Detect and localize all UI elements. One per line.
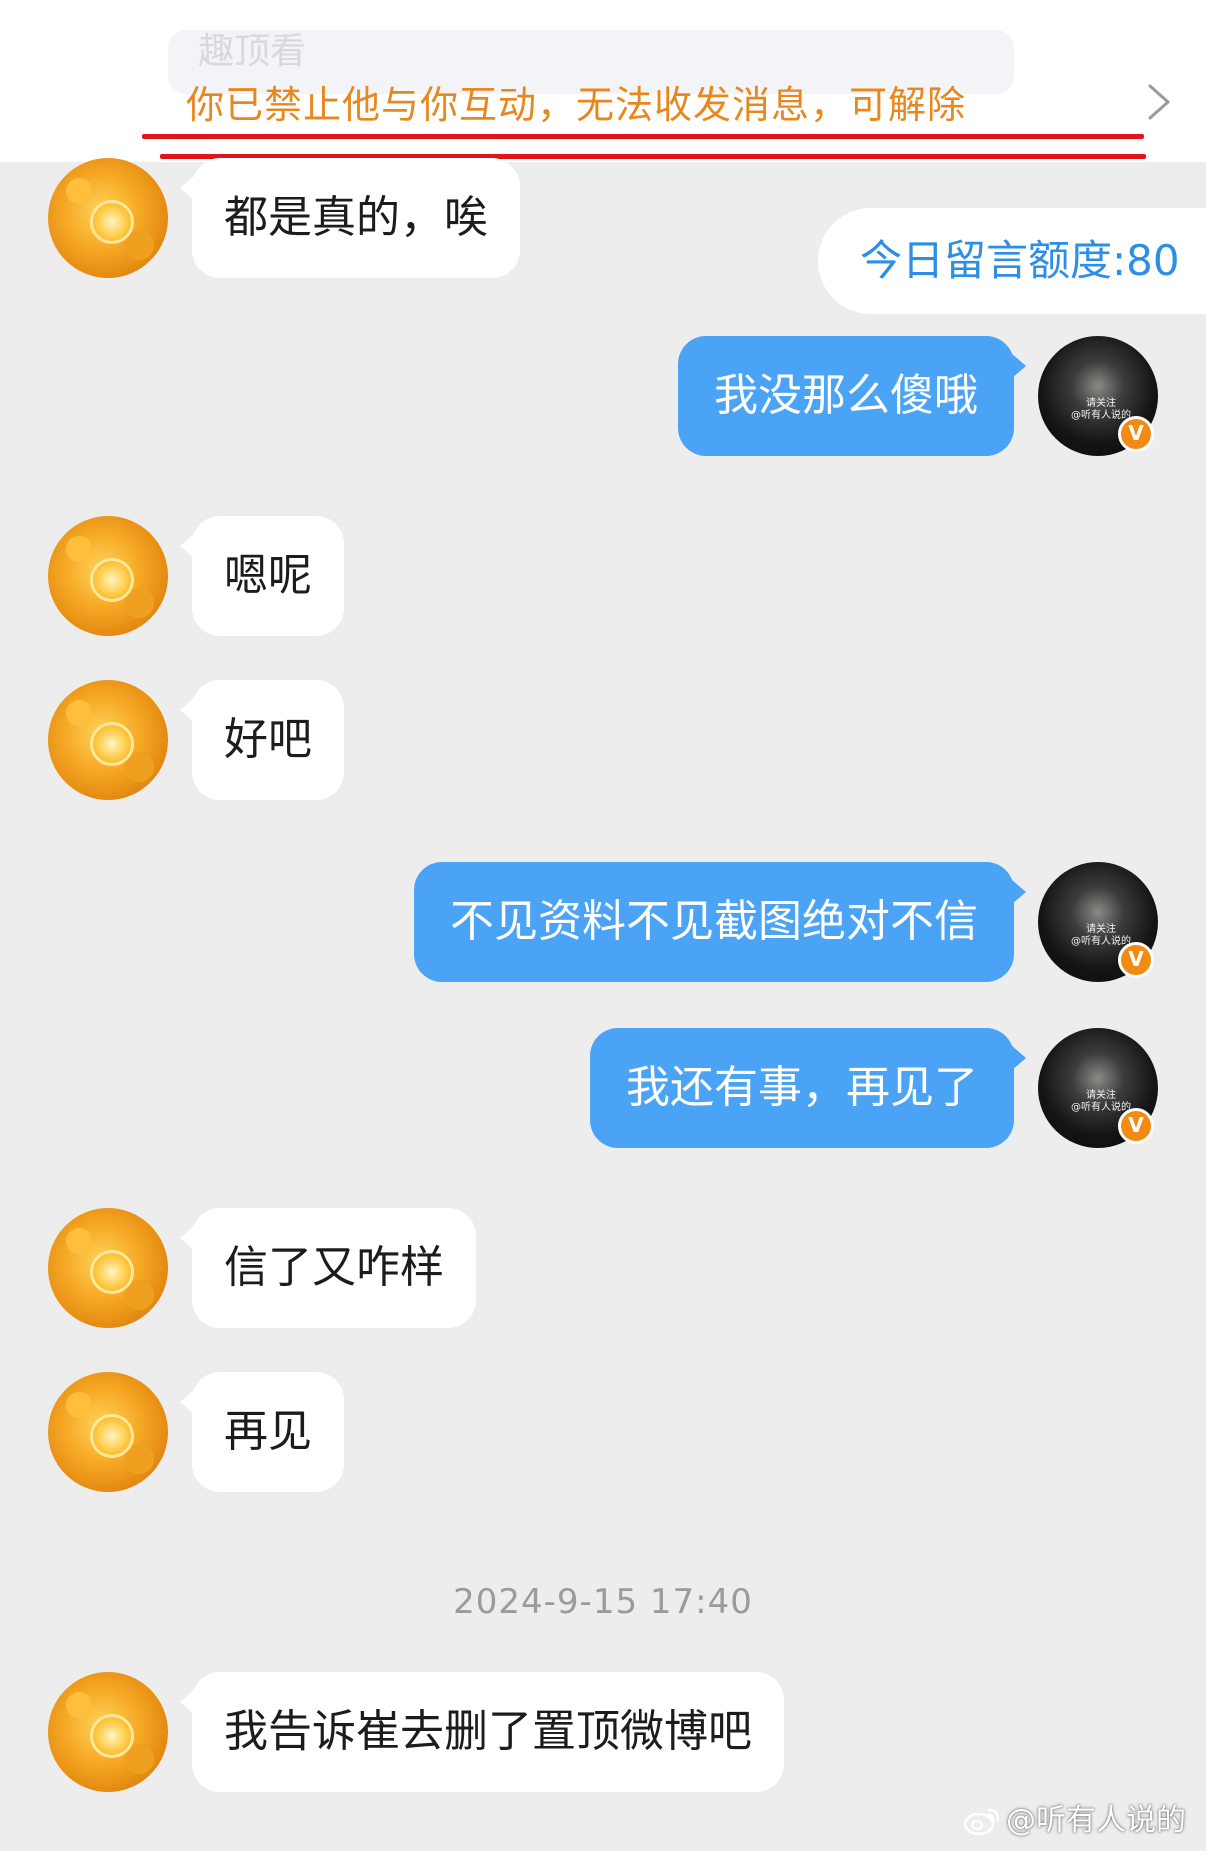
contact-avatar[interactable] [48, 516, 168, 636]
incoming-message-bubble[interactable]: 嗯呢 [180, 516, 344, 636]
incoming-message-bubble[interactable]: 我告诉崔去删了置顶微博吧 [180, 1672, 784, 1792]
incoming-message-bubble[interactable]: 再见 [180, 1372, 344, 1492]
watermark-text: @听有人说的 [1006, 1803, 1186, 1838]
incoming-message-bubble[interactable]: 信了又咋样 [180, 1208, 476, 1328]
contact-avatar[interactable] [48, 680, 168, 800]
block-notice-text[interactable]: 你已禁止他与你互动，无法收发消息，可解除 [186, 74, 966, 129]
verified-badge-icon: V [1118, 1108, 1154, 1144]
contact-avatar[interactable] [48, 1208, 168, 1328]
contact-avatar[interactable] [48, 158, 168, 278]
red-underline-annotation [142, 134, 1144, 139]
contact-avatar[interactable] [48, 1372, 168, 1492]
message-timestamp: 2024-9-15 17:40 [453, 1582, 753, 1622]
ghost-text: 趣顶看 [198, 31, 307, 72]
incoming-message-bubble[interactable]: 好吧 [180, 680, 344, 800]
weibo-watermark: @听有人说的 [962, 1798, 1186, 1844]
incoming-message-bubble[interactable]: 都是真的，唉 [180, 158, 520, 278]
daily-message-quota: 今日留言额度:80 [818, 208, 1206, 314]
verified-badge-icon: V [1118, 942, 1154, 978]
weibo-logo-icon [963, 1808, 1000, 1836]
contact-avatar[interactable] [48, 1672, 168, 1792]
chevron-right-icon[interactable] [1142, 82, 1174, 122]
outgoing-message-bubble[interactable]: 我还有事，再见了 [590, 1028, 1026, 1148]
verified-badge-icon: V [1118, 416, 1154, 452]
outgoing-message-bubble[interactable]: 不见资料不见截图绝对不信 [414, 862, 1026, 982]
outgoing-message-bubble[interactable]: 我没那么傻哦 [678, 336, 1026, 456]
